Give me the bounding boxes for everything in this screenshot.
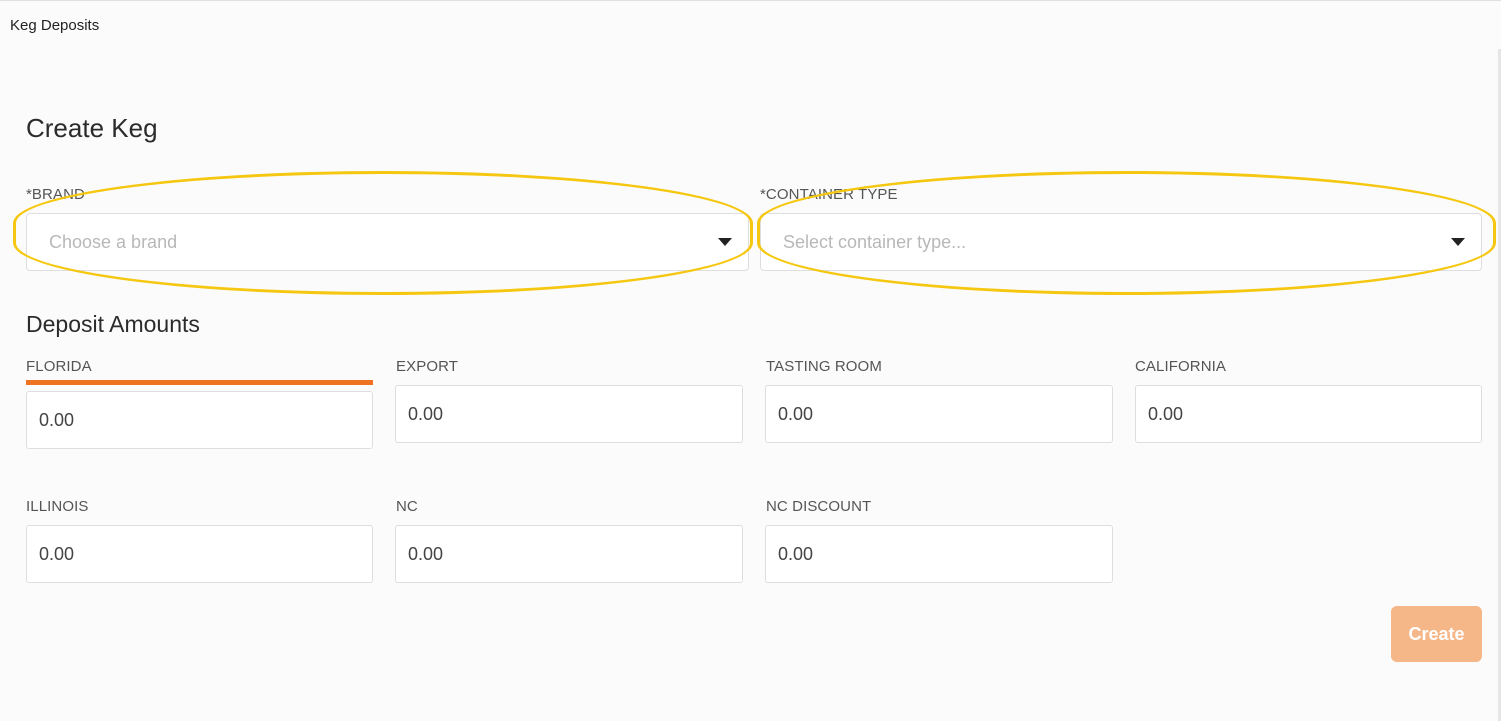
- container-type-label: *CONTAINER TYPE: [760, 186, 898, 203]
- brand-label: *BRAND: [26, 186, 85, 203]
- nc-discount-label: NC DISCOUNT: [766, 498, 872, 515]
- florida-input[interactable]: [26, 391, 373, 449]
- california-input[interactable]: [1135, 385, 1482, 443]
- page-title: Create Keg: [26, 113, 158, 143]
- illinois-input[interactable]: [26, 525, 373, 583]
- keg-deposits-page: Keg Deposits Create Keg *BRAND Choose a …: [0, 0, 1501, 721]
- container-type-select-placeholder: Select container type...: [783, 232, 967, 252]
- tasting-room-label: TASTING ROOM: [766, 358, 882, 375]
- brand-select[interactable]: Choose a brand: [26, 213, 749, 271]
- nc-input[interactable]: [395, 525, 743, 583]
- nc-label: NC: [396, 498, 418, 515]
- create-button[interactable]: Create: [1391, 606, 1482, 662]
- tasting-room-input[interactable]: [765, 385, 1113, 443]
- nc-discount-input[interactable]: [765, 525, 1113, 583]
- export-label: EXPORT: [396, 358, 459, 375]
- window-title: Keg Deposits: [10, 17, 100, 34]
- focus-indicator: [26, 380, 373, 385]
- deposit-amounts-title: Deposit Amounts: [26, 311, 200, 337]
- illinois-label: ILLINOIS: [26, 498, 89, 515]
- brand-select-placeholder: Choose a brand: [49, 232, 178, 252]
- caret-down-icon: [718, 238, 732, 246]
- california-label: CALIFORNIA: [1135, 358, 1227, 375]
- caret-down-icon: [1451, 238, 1465, 246]
- export-input[interactable]: [395, 385, 743, 443]
- florida-label: FLORIDA: [26, 358, 92, 375]
- container-type-select[interactable]: Select container type...: [760, 213, 1482, 271]
